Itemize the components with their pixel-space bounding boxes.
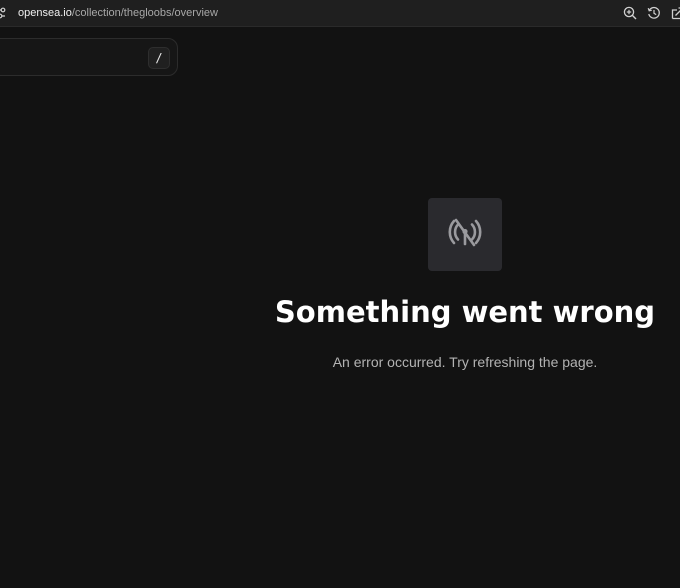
history-icon[interactable] [646, 5, 662, 21]
error-title: Something went wrong [274, 295, 656, 329]
site-settings-icon[interactable] [0, 6, 7, 20]
url-path: /collection/thegloobs/overview [71, 7, 218, 19]
search-shortcut-key: / [148, 47, 170, 69]
url-domain: opensea.io [18, 7, 72, 19]
signal-off-icon [447, 214, 483, 255]
url-field[interactable]: opensea.io/collection/thegloobs/overview [18, 6, 218, 20]
browser-address-bar: opensea.io/collection/thegloobs/overview [0, 0, 680, 27]
zoom-icon[interactable] [622, 5, 638, 21]
error-icon-container [428, 198, 502, 271]
error-message: An error occurred. Try refreshing the pa… [332, 354, 598, 370]
share-icon[interactable] [670, 5, 680, 21]
